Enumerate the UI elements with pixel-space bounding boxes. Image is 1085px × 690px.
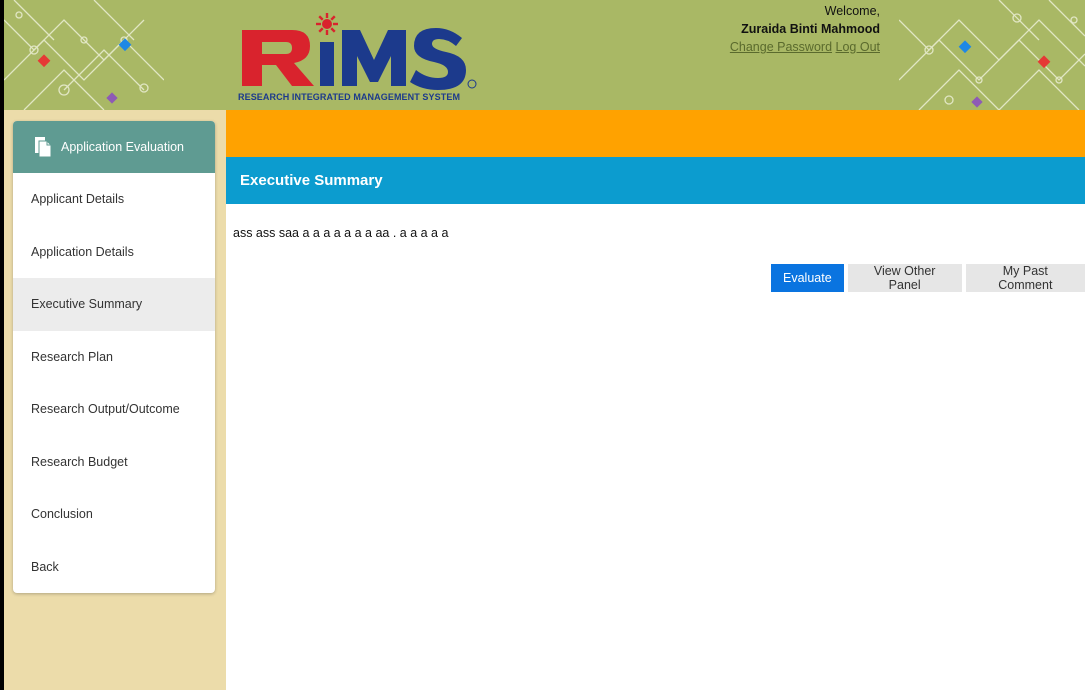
nav-item-label: Back — [31, 559, 59, 574]
nav-item-label: Conclusion — [31, 507, 93, 522]
circuit-decoration-right — [899, 0, 1085, 110]
nav-item-conclusion[interactable]: Conclusion — [13, 488, 215, 541]
nav-item-label: Application Details — [31, 244, 134, 259]
nav-item-label: Research Plan — [31, 349, 113, 364]
nav-item-executive-summary[interactable]: Executive Summary — [13, 278, 215, 331]
user-links: Change Password Log Out — [704, 38, 880, 56]
rims-logo: RESEARCH INTEGRATED MANAGEMENT SYSTEM — [236, 8, 496, 106]
nav-item-research-output[interactable]: Research Output/Outcome — [13, 383, 215, 436]
user-box: Welcome, Zuraida Binti Mahmood Change Pa… — [704, 2, 880, 56]
logo-tagline: RESEARCH INTEGRATED MANAGEMENT SYSTEM — [238, 92, 461, 102]
circuit-decoration-left — [4, 0, 164, 110]
nav-item-research-plan[interactable]: Research Plan — [13, 331, 215, 384]
header: RESEARCH INTEGRATED MANAGEMENT SYSTEM We… — [4, 0, 1085, 110]
my-past-comment-button[interactable]: My Past Comment — [965, 264, 1085, 292]
logout-link[interactable]: Log Out — [836, 40, 880, 54]
action-buttons: Evaluate View Other Panel My Past Commen… — [771, 264, 1085, 292]
nav-item-application-details[interactable]: Application Details — [13, 226, 215, 279]
section-title: Executive Summary — [240, 172, 383, 189]
nav-item-label: Applicant Details — [31, 192, 125, 207]
nav-item-label: Executive Summary — [31, 297, 143, 312]
sidebar: Application Evaluation Applicant Details… — [13, 121, 215, 593]
evaluate-button[interactable]: Evaluate — [771, 264, 844, 292]
sidebar-header: Application Evaluation — [13, 121, 215, 173]
user-name: Zuraida Binti Mahmood — [741, 22, 880, 36]
orange-banner — [226, 110, 1085, 157]
nav-item-label: Research Budget — [31, 454, 128, 469]
summary-text: ass ass saa a a a a a a a aa . a a a a a — [233, 226, 449, 240]
view-other-panel-button[interactable]: View Other Panel — [847, 264, 962, 292]
nav-item-label: Research Output/Outcome — [31, 402, 180, 417]
change-password-link[interactable]: Change Password — [730, 40, 832, 54]
nav-item-research-budget[interactable]: Research Budget — [13, 436, 215, 489]
document-icon — [35, 137, 52, 158]
app-frame: RESEARCH INTEGRATED MANAGEMENT SYSTEM We… — [4, 0, 1085, 690]
nav-item-back[interactable]: Back — [13, 541, 215, 594]
rims-logo-mark — [242, 13, 477, 90]
nav-item-applicant-details[interactable]: Applicant Details — [13, 173, 215, 226]
welcome-text: Welcome, — [824, 4, 880, 18]
sidebar-title: Application Evaluation — [61, 140, 184, 154]
section-header: Executive Summary — [226, 157, 1085, 204]
